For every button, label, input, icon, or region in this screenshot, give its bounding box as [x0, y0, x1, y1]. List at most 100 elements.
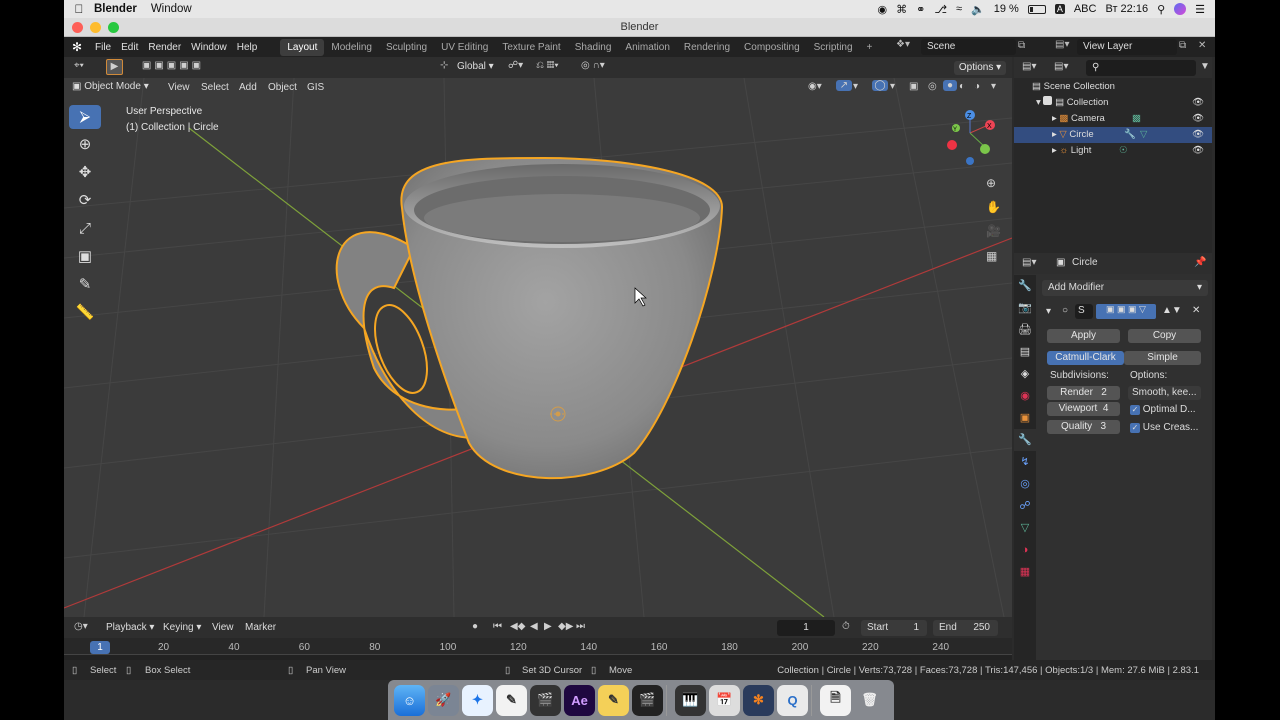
3d-viewport[interactable]: X Z Y User Perspective (1) Collection | … — [64, 78, 1012, 617]
creative-cloud-icon[interactable]: ⚭ — [916, 3, 925, 16]
outliner-editor-icon[interactable]: ▤▾ — [1022, 61, 1036, 72]
apply-button[interactable]: Apply — [1047, 329, 1120, 343]
tab-uv-editing[interactable]: UV Editing — [434, 39, 495, 56]
apple-icon[interactable]:  — [64, 2, 94, 16]
remove-view-layer-icon[interactable]: ✕ — [1198, 40, 1206, 51]
remove-modifier-icon[interactable]: ✕ — [1192, 305, 1200, 316]
add-workspace-icon[interactable]: + — [860, 39, 880, 56]
eye-icon[interactable]: 👁 — [1192, 127, 1204, 143]
tool-tab-icon[interactable]: 🔧 — [1014, 275, 1036, 297]
record-keyframe-icon[interactable]: ● — [472, 621, 478, 632]
piano-icon[interactable]: 🎹 — [675, 684, 706, 716]
quality-field[interactable]: Quality 3 — [1047, 420, 1120, 434]
shading-dropdown-icon[interactable]: ▾ — [991, 81, 996, 92]
mac-menu-window[interactable]: Window — [151, 3, 192, 15]
tab-modeling[interactable]: Modeling — [324, 39, 379, 56]
snap-icon[interactable]: ⎌ ▦▾ — [536, 60, 559, 71]
eye-icon[interactable]: 👁 — [1192, 143, 1204, 159]
pan-hand-icon[interactable]: ✋ — [986, 200, 1001, 214]
viewport-menu-select[interactable]: Select — [201, 82, 229, 93]
launchpad-icon[interactable]: 🚀 — [428, 684, 459, 716]
camera-view-icon[interactable]: 🎥 — [986, 224, 1001, 238]
viewport-menu-add[interactable]: Add — [239, 82, 257, 93]
prev-keyframe-icon[interactable]: ◀◆ — [510, 621, 525, 632]
start-frame-field[interactable]: Start 1 — [861, 620, 927, 636]
tab-texture-paint[interactable]: Texture Paint — [495, 39, 567, 56]
move-tool-icon[interactable]: ✥ — [69, 161, 101, 185]
calendar-icon[interactable]: 📅 — [709, 684, 740, 716]
display-mode-icon[interactable]: ▤▾ — [1054, 61, 1068, 72]
timeline-menu-marker[interactable]: Marker — [245, 622, 276, 633]
blender-logo-icon[interactable]: ✻ — [64, 40, 90, 54]
orientation-dropdown[interactable]: Global ▾ — [457, 61, 494, 72]
visibility-icon[interactable]: ◉▾ — [808, 81, 822, 92]
input-source-icon[interactable]: A — [1054, 4, 1065, 14]
play-icon[interactable]: ▶ — [544, 621, 552, 632]
tab-scripting[interactable]: Scripting — [807, 39, 860, 56]
transform-orientation-icon[interactable]: ⊹ — [440, 60, 448, 71]
tab-layout[interactable]: Layout — [280, 38, 325, 56]
tab-animation[interactable]: Animation — [618, 39, 676, 56]
catmull-clark-button[interactable]: Catmull-Clark — [1047, 351, 1124, 365]
mode-dropdown[interactable]: ▣ Object Mode ▾ — [72, 81, 149, 92]
notes-icon[interactable]: ✎ — [598, 684, 629, 716]
select-box-tool-icon[interactable]: ⮚ — [69, 105, 101, 129]
editor-type-icon[interactable]: ⌖▾ — [74, 60, 84, 71]
new-view-layer-icon[interactable]: ⧉ — [1179, 40, 1186, 51]
measure-tool-icon[interactable]: 📏 — [69, 301, 101, 325]
constraints-tab-icon[interactable]: ☍ — [1014, 495, 1036, 517]
scene-tab-icon[interactable]: ◈ — [1014, 363, 1036, 385]
uv-smooth-dropdown[interactable]: Smooth, kee... — [1128, 386, 1201, 400]
trash-icon[interactable]: 🗑 — [854, 685, 885, 716]
zoom-icon[interactable]: ⊕ — [986, 176, 996, 190]
optimal-display-checkbox[interactable]: ✓ Optimal D... — [1130, 404, 1196, 415]
move-up-down-icon[interactable]: ▲▼ — [1162, 305, 1182, 316]
render-levels-field[interactable]: Render 2 — [1047, 386, 1120, 400]
overlays-dropdown-icon[interactable]: ▾ — [890, 81, 895, 92]
blender-icon[interactable]: ✻ — [743, 684, 774, 716]
xray-icon[interactable]: ▣ — [909, 81, 918, 92]
modifier-visibility-icons[interactable]: ▣ ▣ ▣ ▽ — [1096, 304, 1156, 319]
cursor-tool-icon[interactable]: ⊕ — [69, 133, 101, 157]
data-tab-icon[interactable]: ▽ — [1014, 517, 1036, 539]
world-tab-icon[interactable]: ◉ — [1014, 385, 1036, 407]
downloads-icon[interactable]: 🗎 — [820, 684, 851, 716]
outliner-item-light[interactable]: ▸ ☼ Light ☉ 👁 — [1014, 143, 1212, 159]
menu-help[interactable]: Help — [232, 42, 263, 53]
options-dropdown[interactable]: Options ▾ — [954, 61, 1006, 75]
viewport-menu-view[interactable]: View — [168, 82, 190, 93]
clock[interactable]: Вт 22:16 — [1105, 3, 1148, 15]
transform-tool-icon[interactable]: ▣ — [69, 245, 101, 269]
notification-center-icon[interactable]: ☰ — [1195, 3, 1205, 16]
after-effects-icon[interactable]: Ae — [564, 684, 595, 716]
physics-tab-icon[interactable]: ◎ — [1014, 473, 1036, 495]
timeline-menu-keying[interactable]: Keying ▾ — [163, 622, 201, 633]
eye-icon[interactable]: 👁 — [1192, 95, 1204, 111]
play-reverse-icon[interactable]: ◀ — [530, 621, 538, 632]
view-layer-tab-icon[interactable]: ▤ — [1014, 341, 1036, 363]
properties-editor-icon[interactable]: ▤▾ — [1022, 257, 1036, 268]
output-tab-icon[interactable]: 🖨 — [1014, 319, 1036, 341]
finder-icon[interactable]: ☺ — [394, 684, 425, 716]
playhead[interactable]: 1 — [90, 641, 110, 654]
annotate-tool-icon[interactable]: ✎ — [69, 273, 101, 297]
outliner-scene-collection[interactable]: ▤ Scene Collection — [1014, 79, 1212, 95]
rendered-shading-icon[interactable]: ◑ — [974, 81, 980, 92]
timeline-menu-view[interactable]: View — [212, 622, 234, 633]
safari-icon[interactable]: ✦ — [462, 684, 493, 716]
volume-icon[interactable]: 🔈 — [971, 3, 985, 16]
menu-window[interactable]: Window — [186, 42, 232, 53]
viewport-scene[interactable]: X Z Y — [64, 78, 1012, 617]
new-scene-icon[interactable]: ⧉ — [1018, 40, 1025, 51]
keyboard-layout[interactable]: ABC — [1074, 3, 1097, 15]
end-frame-field[interactable]: End 250 — [933, 620, 998, 636]
view-layer-field[interactable]: View Layer — [1077, 39, 1177, 55]
view-layer-icon[interactable]: ▤▾ — [1055, 39, 1069, 50]
object-tab-icon[interactable]: ▣ — [1014, 407, 1036, 429]
modifier-tab-icon[interactable]: 🔧 — [1014, 429, 1036, 451]
bluetooth-icon[interactable]: ⎇ — [934, 3, 947, 16]
claquette-icon[interactable]: 🎬 — [632, 684, 663, 716]
wifi-icon[interactable]: ≈ — [956, 3, 962, 15]
pivot-point-icon[interactable]: ☍▾ — [508, 60, 523, 71]
scale-tool-icon[interactable]: ⤢ — [69, 217, 101, 241]
